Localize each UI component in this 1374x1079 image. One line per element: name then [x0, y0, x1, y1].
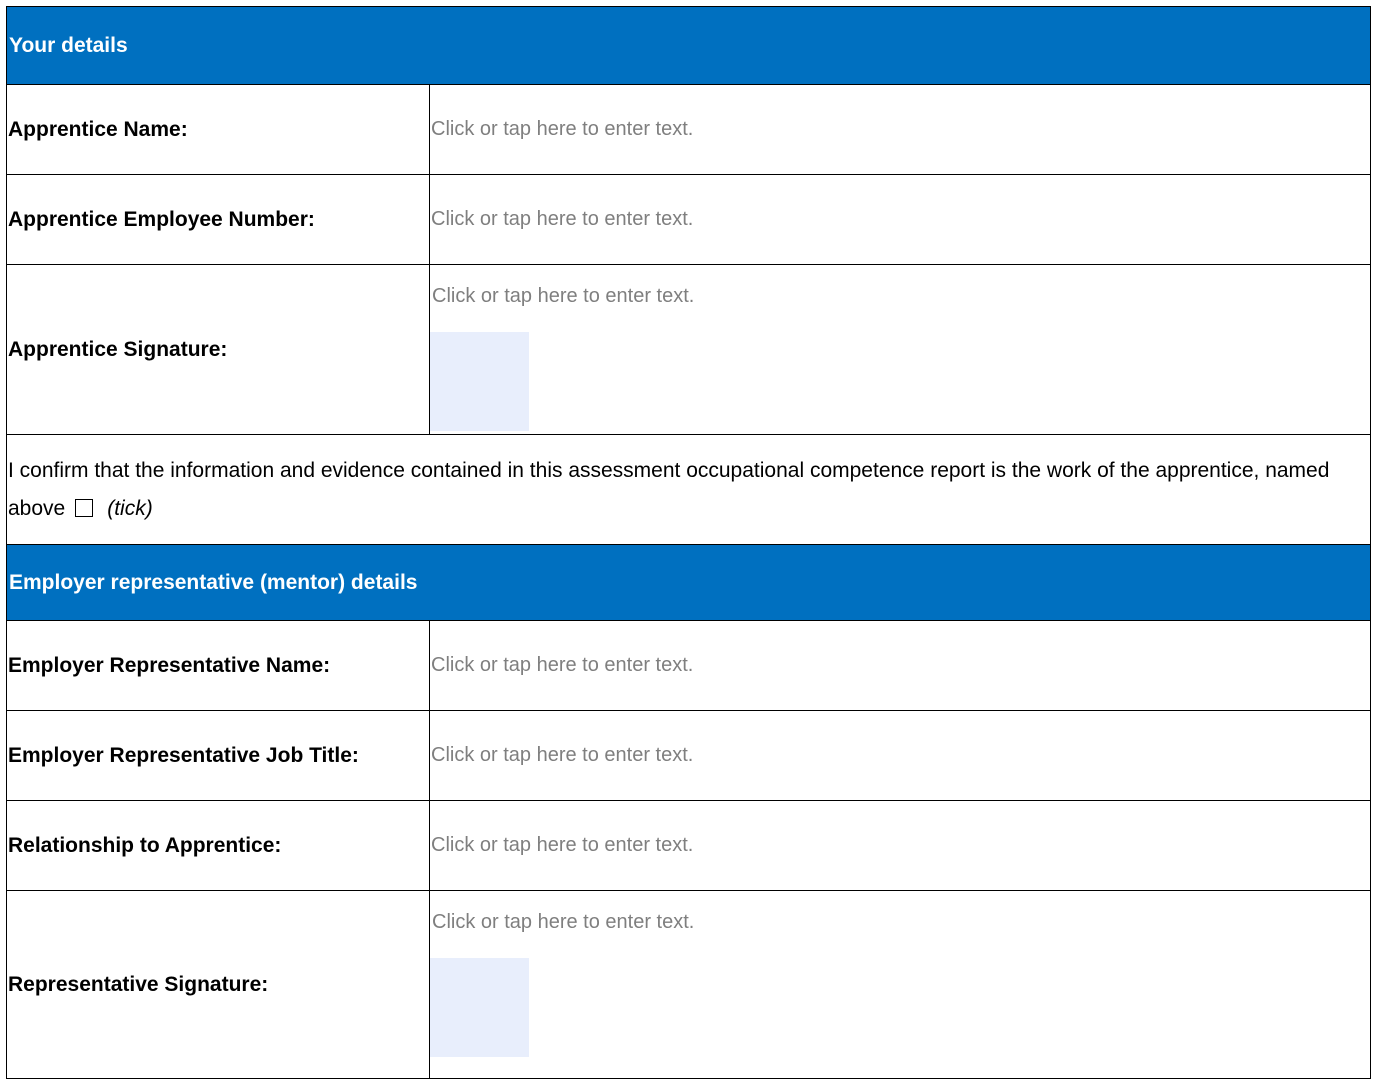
rep-name-row: Employer Representative Name: Click or t… [6, 620, 1372, 711]
apprentice-name-row: Apprentice Name: Click or tap here to en… [6, 84, 1372, 175]
rep-name-field[interactable]: Click or tap here to enter text. [428, 620, 1372, 711]
apprentice-signature-placeholder: Click or tap here to enter text. [432, 285, 695, 307]
details-form-table: Your details Apprentice Name: Click or t… [5, 6, 1372, 1079]
apprentice-name-label: Apprentice Name: [6, 84, 430, 175]
confirmation-row: I confirm that the information and evide… [5, 434, 1372, 545]
apprentice-name-placeholder: Click or tap here to enter text. [431, 118, 694, 140]
confirmation-text: I confirm that the information and evide… [8, 458, 1330, 520]
relationship-label: Relationship to Apprentice: [6, 800, 430, 891]
rep-signature-placeholder: Click or tap here to enter text. [432, 911, 695, 933]
job-title-placeholder: Click or tap here to enter text. [431, 744, 694, 766]
relationship-field[interactable]: Click or tap here to enter text. [428, 800, 1372, 891]
job-title-row: Employer Representative Job Title: Click… [6, 710, 1372, 801]
employee-number-placeholder: Click or tap here to enter text. [431, 208, 694, 230]
your-details-heading: Your details [5, 6, 1372, 85]
apprentice-signature-box[interactable] [430, 332, 529, 431]
apprentice-name-field[interactable]: Click or tap here to enter text. [428, 84, 1372, 175]
rep-signature-field[interactable]: Click or tap here to enter text. [428, 890, 1372, 1079]
rep-signature-box[interactable] [430, 958, 529, 1057]
employee-number-label: Apprentice Employee Number: [6, 174, 430, 265]
relationship-row: Relationship to Apprentice: Click or tap… [6, 800, 1372, 891]
employee-number-field[interactable]: Click or tap here to enter text. [428, 174, 1372, 265]
relationship-placeholder: Click or tap here to enter text. [431, 834, 694, 856]
apprentice-signature-field[interactable]: Click or tap here to enter text. [428, 264, 1372, 435]
rep-signature-label: Representative Signature: [6, 890, 430, 1079]
rep-signature-row: Representative Signature: Click or tap h… [6, 890, 1372, 1079]
job-title-label: Employer Representative Job Title: [6, 710, 430, 801]
tick-note: (tick) [107, 496, 153, 520]
employee-number-row: Apprentice Employee Number: Click or tap… [6, 174, 1372, 265]
employer-details-heading: Employer representative (mentor) details [5, 544, 1372, 621]
confirmation-checkbox[interactable] [75, 498, 94, 517]
job-title-field[interactable]: Click or tap here to enter text. [428, 710, 1372, 801]
confirmation-cell: I confirm that the information and evide… [5, 434, 1372, 545]
apprentice-signature-label: Apprentice Signature: [6, 264, 430, 435]
rep-name-label: Employer Representative Name: [6, 620, 430, 711]
rep-name-placeholder: Click or tap here to enter text. [431, 654, 694, 676]
apprentice-signature-row: Apprentice Signature: Click or tap here … [6, 264, 1372, 435]
